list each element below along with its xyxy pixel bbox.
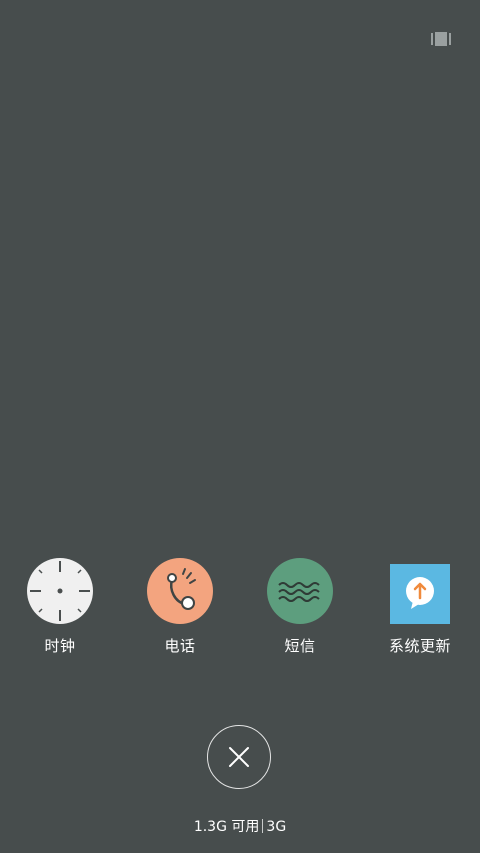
memory-total: 3G (266, 819, 287, 835)
app-clock[interactable]: 时钟 (0, 558, 120, 668)
app-label: 短信 (284, 637, 316, 655)
app-messages[interactable]: 短信 (240, 558, 360, 668)
app-label: 系统更新 (388, 637, 451, 655)
memory-separator (262, 819, 264, 833)
phone-icon (147, 558, 213, 624)
close-icon (229, 747, 249, 767)
recent-apps-row: 时钟 电话 短信 系统更新 (0, 558, 480, 668)
app-phone[interactable]: 电话 (120, 558, 240, 668)
recent-apps-screen: 时钟 电话 短信 系统更新 1.3G 可用 3G (0, 0, 480, 853)
messages-icon (267, 558, 333, 624)
clear-all-button[interactable] (207, 725, 271, 789)
memory-status: 1.3G 可用 3G (0, 816, 480, 836)
app-label: 时钟 (44, 637, 76, 655)
memory-available: 1.3G 可用 (193, 819, 260, 835)
app-label: 电话 (164, 637, 196, 655)
app-system-update[interactable]: 系统更新 (360, 558, 480, 668)
system-update-icon (387, 558, 453, 624)
recent-apps-list-icon[interactable] (431, 31, 451, 46)
clock-icon (27, 558, 93, 624)
